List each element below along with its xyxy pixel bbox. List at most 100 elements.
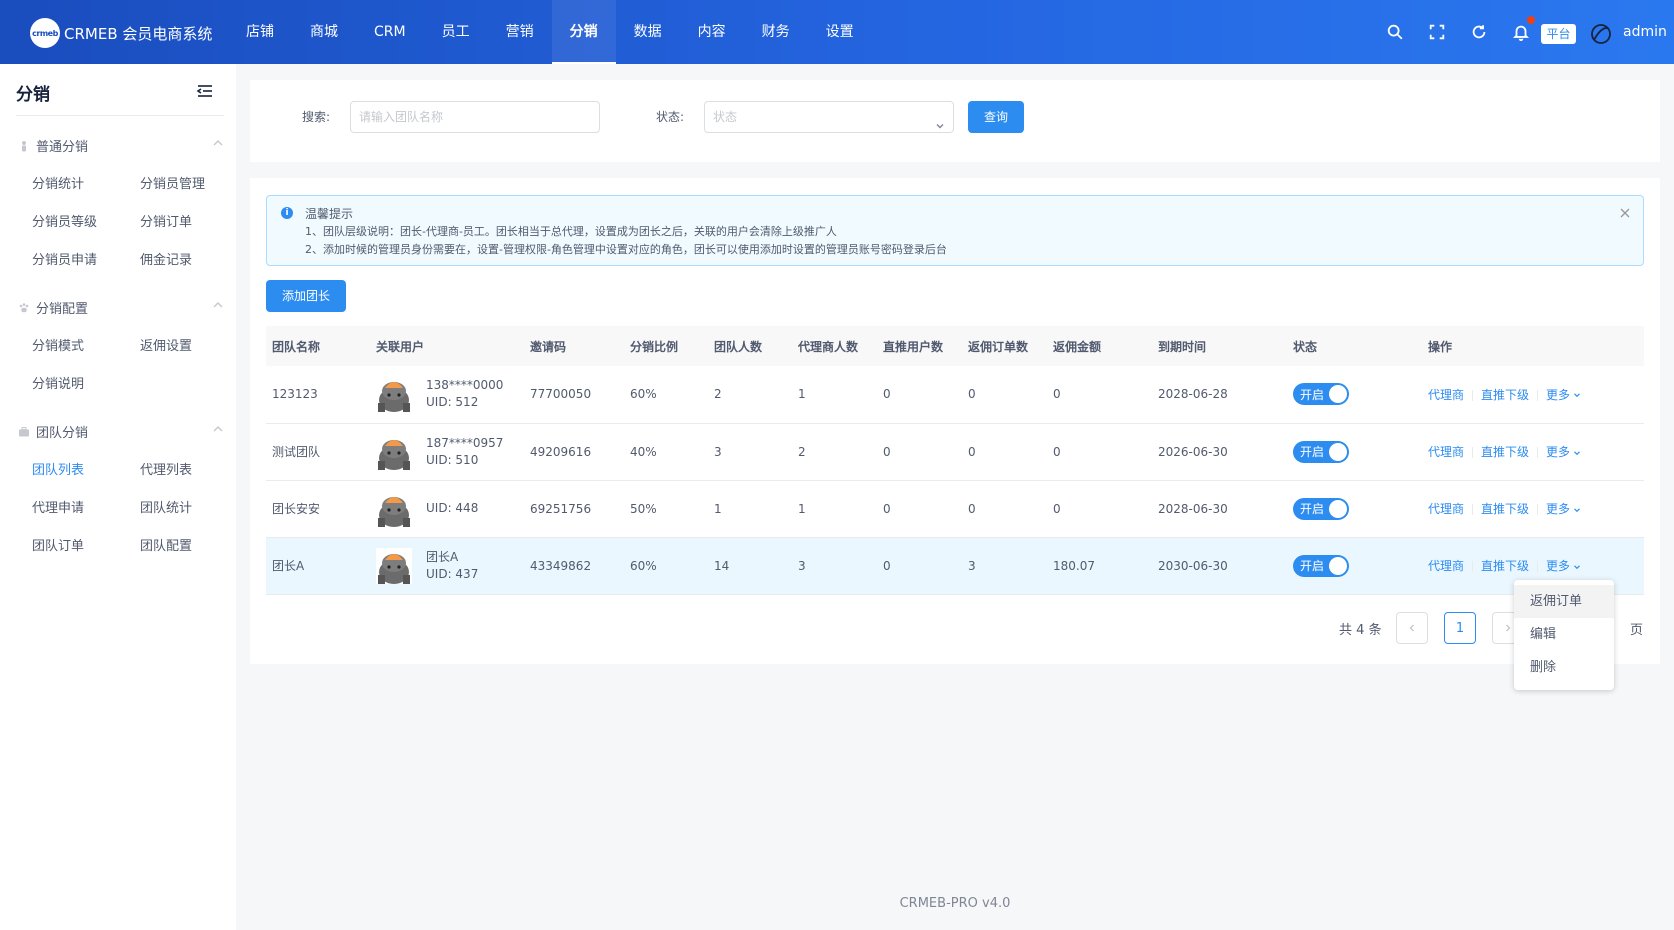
- sidebar-item-team-list[interactable]: 团队列表: [32, 459, 84, 478]
- dropdown-item-edit[interactable]: 编辑: [1514, 618, 1614, 651]
- commission-amount-cell: 0: [1047, 366, 1152, 424]
- sidebar-item-distribution-orders[interactable]: 分销订单: [140, 211, 192, 230]
- col-agent-count: 代理商人数: [792, 326, 877, 366]
- query-button[interactable]: 查询: [968, 101, 1024, 133]
- status-toggle-label: 开启: [1300, 387, 1325, 402]
- sidebar-group-normal-distribution[interactable]: 普通分销: [18, 136, 224, 155]
- sidebar-group-team-distribution[interactable]: 团队分销: [18, 422, 224, 441]
- topnav-item-staff[interactable]: 员工: [424, 0, 488, 64]
- topnav-item-finance[interactable]: 财务: [744, 0, 808, 64]
- platform-badge[interactable]: 平台: [1541, 24, 1576, 44]
- topnav-item-content[interactable]: 内容: [680, 0, 744, 64]
- topnav-item-store[interactable]: 店铺: [228, 0, 292, 64]
- sidebar-item-distributor-level[interactable]: 分销员等级: [32, 211, 97, 230]
- bell-icon[interactable]: [1511, 16, 1535, 42]
- sidebar-group-label: 分销配置: [36, 302, 89, 317]
- more-actions-dropdown: 返佣订单 编辑 删除: [1514, 580, 1614, 690]
- user-avatar: [376, 490, 412, 527]
- user-uid: UID: 448: [426, 501, 479, 515]
- divider: [1537, 447, 1539, 458]
- sidebar-item-team-config[interactable]: 团队配置: [140, 535, 192, 554]
- refresh-icon[interactable]: [1469, 22, 1489, 42]
- chevron-up-icon: [212, 137, 224, 149]
- sidebar-item-distribution-mode[interactable]: 分销模式: [32, 335, 84, 354]
- chevron-down-icon: [1574, 450, 1580, 455]
- agent-link[interactable]: 代理商: [1428, 559, 1464, 573]
- admin-avatar-icon[interactable]: [1590, 23, 1612, 45]
- col-status: 状态: [1287, 326, 1422, 366]
- sidebar-item-commission-records[interactable]: 佣金记录: [140, 249, 192, 268]
- page-1-button[interactable]: 1: [1444, 612, 1476, 644]
- ratio-cell: 60%: [624, 537, 708, 595]
- status-toggle[interactable]: 开启: [1293, 497, 1349, 520]
- topnav-item-data[interactable]: 数据: [616, 0, 680, 64]
- status-cell: 开启: [1287, 366, 1422, 424]
- status-toggle[interactable]: 开启: [1293, 383, 1349, 406]
- topnav-item-marketing[interactable]: 营销: [488, 0, 552, 64]
- sidebar-group-distribution-config[interactable]: 分销配置: [18, 298, 224, 317]
- commission-orders-cell: 0: [962, 423, 1047, 481]
- direct-sub-link[interactable]: 直推下级: [1481, 502, 1529, 516]
- status-toggle[interactable]: 开启: [1293, 440, 1349, 463]
- linked-user-cell: UID: 448: [370, 480, 524, 538]
- more-dropdown-link[interactable]: 更多: [1546, 502, 1581, 516]
- search-icon[interactable]: [1385, 22, 1405, 42]
- status-cell: 开启: [1287, 480, 1422, 538]
- status-toggle[interactable]: 开启: [1293, 554, 1349, 577]
- team-list-card: i 温馨提示 1、团队层级说明：团长-代理商-员工。团长相当于总代理，设置成为团…: [250, 178, 1660, 664]
- col-team-name: 团队名称: [266, 326, 370, 366]
- more-dropdown-link[interactable]: 更多: [1546, 388, 1581, 402]
- agent-link[interactable]: 代理商: [1428, 502, 1464, 516]
- more-label: 更多: [1546, 559, 1571, 573]
- topnav-item-settings[interactable]: 设置: [808, 0, 872, 64]
- divider: [1472, 447, 1474, 458]
- commission-amount-cell: 0: [1047, 423, 1152, 481]
- status-select[interactable]: 状态: [704, 101, 954, 133]
- dropdown-item-delete[interactable]: 删除: [1514, 651, 1614, 684]
- sidebar-item-agent-apply[interactable]: 代理申请: [32, 497, 84, 516]
- direct-sub-link[interactable]: 直推下级: [1481, 388, 1529, 402]
- add-team-leader-button[interactable]: 添加团长: [266, 280, 346, 312]
- sidebar-item-distributor-apply[interactable]: 分销员申请: [32, 249, 97, 268]
- agent-link[interactable]: 代理商: [1428, 445, 1464, 459]
- team-name-input[interactable]: 请输入团队名称: [350, 101, 600, 133]
- members-cell: 14: [708, 537, 792, 595]
- actions-cell: 代理商 直推下级 更多: [1422, 366, 1644, 424]
- agents-cell: 2: [792, 423, 877, 481]
- commission-orders-cell: 3: [962, 537, 1047, 595]
- sidebar-item-team-stats[interactable]: 团队统计: [140, 497, 192, 516]
- topnav-item-mall[interactable]: 商城: [292, 0, 356, 64]
- team-name-cell: 团长安安: [266, 480, 370, 538]
- direct-sub-link[interactable]: 直推下级: [1481, 559, 1529, 573]
- sidebar-item-team-orders[interactable]: 团队订单: [32, 535, 84, 554]
- sidebar-item-commission-settings[interactable]: 返佣设置: [140, 335, 192, 354]
- fullscreen-icon[interactable]: [1427, 22, 1447, 42]
- actions-cell: 代理商 直推下级 更多: [1422, 480, 1644, 538]
- more-dropdown-link[interactable]: 更多: [1546, 559, 1581, 573]
- col-actions: 操作: [1422, 326, 1644, 366]
- app-logo[interactable]: crmeb CRMEB 会员电商系统: [30, 18, 212, 48]
- linked-user-cell: 138****0000 UID: 512: [370, 366, 524, 424]
- members-cell: 2: [708, 366, 792, 424]
- more-dropdown-link[interactable]: 更多: [1546, 445, 1581, 459]
- sidebar-title: 分销: [16, 85, 50, 105]
- direct-sub-link[interactable]: 直推下级: [1481, 445, 1529, 459]
- tip-alert: i 温馨提示 1、团队层级说明：团长-代理商-员工。团长相当于总代理，设置成为团…: [266, 195, 1644, 266]
- admin-username[interactable]: admin: [1623, 24, 1667, 40]
- topnav-item-crm[interactable]: CRM: [356, 0, 424, 64]
- col-ratio: 分销比例: [624, 326, 708, 366]
- agent-link[interactable]: 代理商: [1428, 388, 1464, 402]
- close-icon[interactable]: [1619, 207, 1631, 219]
- menu-collapse-icon[interactable]: [196, 82, 214, 100]
- briefcase-icon: [18, 426, 30, 438]
- invite-code-cell: 49209616: [524, 423, 624, 481]
- dropdown-item-commission-orders[interactable]: 返佣订单: [1514, 585, 1614, 618]
- table-row: 123123 138****0000 UID: 512 77700050 60%…: [266, 366, 1644, 424]
- expire-time-cell: 2030-06-30: [1152, 537, 1287, 595]
- sidebar-item-distribution-description[interactable]: 分销说明: [32, 373, 84, 392]
- sidebar-item-agent-list[interactable]: 代理列表: [140, 459, 192, 478]
- topnav-item-distribution[interactable]: 分销: [551, 0, 616, 64]
- prev-page-button[interactable]: [1396, 612, 1428, 644]
- sidebar-item-distributor-manage[interactable]: 分销员管理: [140, 173, 205, 192]
- sidebar-item-distribution-stats[interactable]: 分销统计: [32, 173, 84, 192]
